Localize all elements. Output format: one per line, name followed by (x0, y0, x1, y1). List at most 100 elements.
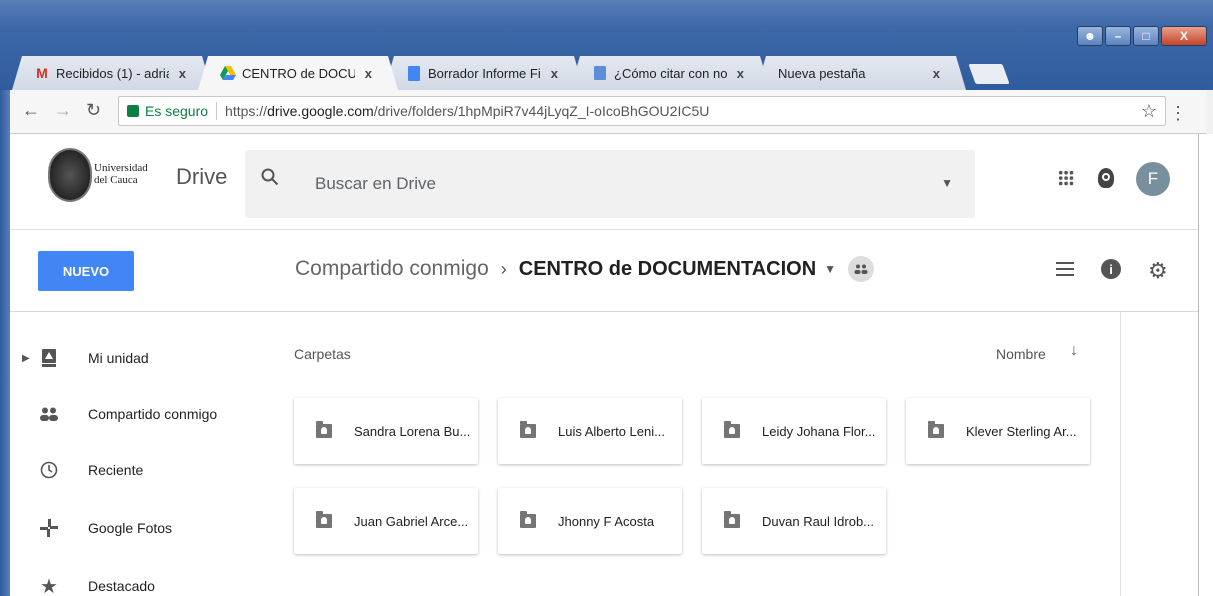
tab-new[interactable]: Nueva pestaña x (756, 56, 966, 90)
star-icon: ★ (40, 575, 58, 596)
folder-card[interactable]: Duvan Raul Idrob... (702, 488, 886, 554)
main-panel: Carpetas Nombre ↓ Sandra Lorena Bu... Lu… (280, 312, 1120, 596)
apps-grid-icon[interactable] (1058, 170, 1074, 186)
sidebar-item-compartido[interactable]: Compartido conmigo (10, 392, 280, 436)
gear-icon[interactable]: ⚙ (1148, 258, 1168, 284)
sort-direction-arrow-icon[interactable]: ↓ (1070, 342, 1078, 360)
logo-line-2: del Cauca (94, 174, 138, 186)
tab-close-icon[interactable]: x (179, 66, 186, 81)
window-close-button[interactable]: X (1161, 26, 1207, 46)
folder-name: Juan Gabriel Arce... (354, 513, 469, 529)
shared-folder-icon (724, 511, 740, 528)
folder-name: Duvan Raul Idrob... (762, 513, 875, 529)
notifications-icon[interactable] (1098, 168, 1114, 188)
docs-icon (406, 65, 422, 81)
sidebar-item-label: Reciente (88, 462, 144, 478)
info-icon[interactable]: i (1101, 259, 1121, 279)
menu-kebab-icon[interactable]: ⋮ (1169, 103, 1187, 124)
tab-close-icon[interactable]: x (365, 66, 372, 81)
drive-header: Universidad del Cauca Drive ▼ F (10, 134, 1198, 230)
sidebar-item-label: Google Fotos (88, 520, 173, 536)
tab-drive[interactable]: CENTRO de DOCUMENT x (198, 56, 398, 90)
search-options-dropdown-icon[interactable]: ▼ (941, 176, 953, 190)
chevron-down-icon[interactable]: ▼ (824, 262, 836, 276)
sidebar-item-google-fotos[interactable]: Google Fotos (10, 506, 280, 550)
folder-card[interactable]: Leidy Johana Flor... (702, 398, 886, 464)
shared-folder-icon (928, 421, 944, 438)
folder-name: Jhonny F Acosta (558, 513, 655, 529)
tab-docs[interactable]: Borrador Informe Final - x (384, 56, 584, 90)
app-title[interactable]: Drive (176, 164, 227, 190)
address-bar[interactable]: Es seguro https://drive.google.com/drive… (118, 96, 1187, 126)
folder-name: Leidy Johana Flor... (762, 423, 876, 439)
clock-icon (40, 461, 58, 479)
shared-folder-icon (316, 421, 332, 438)
tab-close-icon[interactable]: x (933, 66, 940, 81)
university-seal-logo[interactable] (48, 148, 92, 202)
drive-toolbar: NUEVO Compartido conmigo › CENTRO de DOC… (10, 230, 1198, 312)
drive-content: ▶ Mi unidad Compartido conmigo Reciente (10, 312, 1198, 596)
user-switch-icon[interactable]: ☻ (1077, 26, 1103, 46)
folder-name: Sandra Lorena Bu... (354, 423, 471, 439)
search-box[interactable]: ▼ (245, 150, 975, 218)
tab-title: ¿Cómo citar con normas (614, 65, 727, 81)
my-drive-icon (40, 349, 58, 367)
people-icon (40, 405, 58, 423)
gmail-icon: M (36, 65, 48, 81)
secure-indicator[interactable]: Es seguro (127, 103, 208, 119)
tab-title: Borrador Informe Final - (428, 65, 541, 81)
window-frame (0, 90, 10, 596)
shared-folder-icon[interactable] (848, 256, 875, 282)
breadcrumb-current[interactable]: CENTRO de DOCUMENTACION (519, 258, 816, 281)
tab-strip: M Recibidos (1) - adrianv@ x CENTRO de D… (12, 50, 1010, 90)
sort-by-name-button[interactable]: Nombre (996, 346, 1046, 362)
sidebar-item-label: Mi unidad (88, 350, 149, 366)
avatar[interactable]: F (1136, 162, 1170, 196)
breadcrumb-parent[interactable]: Compartido conmigo (295, 257, 489, 281)
sidebar-item-mi-unidad[interactable]: ▶ Mi unidad (10, 336, 280, 380)
list-view-icon[interactable] (1056, 262, 1074, 276)
chevron-right-icon: › (500, 258, 507, 279)
shared-folder-icon (724, 421, 740, 438)
expand-arrow-icon[interactable]: ▶ (22, 353, 30, 364)
browser-window: ☻ – □ X M Recibidos (1) - adrianv@ x CEN… (0, 0, 1213, 596)
tab-close-icon[interactable]: x (551, 66, 558, 81)
logo-line-1: Universidad (94, 162, 148, 174)
details-rail (1120, 312, 1198, 596)
folder-card[interactable]: Juan Gabriel Arce... (294, 488, 478, 554)
university-logo-text[interactable]: Universidad del Cauca (94, 162, 148, 186)
browser-titlebar: ☻ – □ X M Recibidos (1) - adrianv@ x CEN… (0, 0, 1213, 90)
maximize-button[interactable]: □ (1133, 26, 1159, 46)
folder-card[interactable]: Sandra Lorena Bu... (294, 398, 478, 464)
folder-card[interactable]: Luis Alberto Leni... (498, 398, 682, 464)
divider (216, 102, 218, 120)
reload-icon[interactable]: ↻ (86, 100, 101, 121)
secure-label: Es seguro (145, 103, 209, 119)
photos-icon (40, 519, 58, 537)
sidebar-item-destacado[interactable]: ★ Destacado (10, 564, 280, 596)
search-icon[interactable] (261, 168, 279, 192)
url-host: drive.google.com (267, 103, 374, 119)
address-toolbar: ← → ↻ Es seguro https://drive.google.com… (10, 90, 1206, 134)
new-button[interactable]: NUEVO (38, 251, 134, 291)
folder-card[interactable]: Klever Sterling Ar... (906, 398, 1090, 464)
bookmark-star-icon[interactable]: ☆ (1141, 101, 1157, 122)
url-scheme: https:// (225, 103, 268, 119)
folder-name: Luis Alberto Leni... (558, 423, 665, 439)
search-input[interactable] (315, 170, 915, 198)
new-tab-button[interactable] (968, 64, 1010, 84)
forward-arrow-icon[interactable]: → (54, 100, 72, 121)
tab-title: CENTRO de DOCUMENT (242, 65, 355, 81)
sidebar-item-label: Destacado (88, 578, 155, 594)
background-window-edge (1198, 134, 1213, 596)
sidebar: ▶ Mi unidad Compartido conmigo Reciente (10, 312, 280, 596)
minimize-button[interactable]: – (1105, 26, 1131, 46)
tab-close-icon[interactable]: x (737, 66, 744, 81)
tab-citar[interactable]: ¿Cómo citar con normas x (570, 56, 770, 90)
shared-folder-icon (520, 421, 536, 438)
sidebar-item-reciente[interactable]: Reciente (10, 448, 280, 492)
back-arrow-icon[interactable]: ← (22, 100, 40, 121)
tab-gmail[interactable]: M Recibidos (1) - adrianv@ x (12, 56, 212, 90)
folder-card[interactable]: Jhonny F Acosta (498, 488, 682, 554)
breadcrumb: Compartido conmigo › CENTRO de DOCUMENTA… (295, 256, 875, 282)
